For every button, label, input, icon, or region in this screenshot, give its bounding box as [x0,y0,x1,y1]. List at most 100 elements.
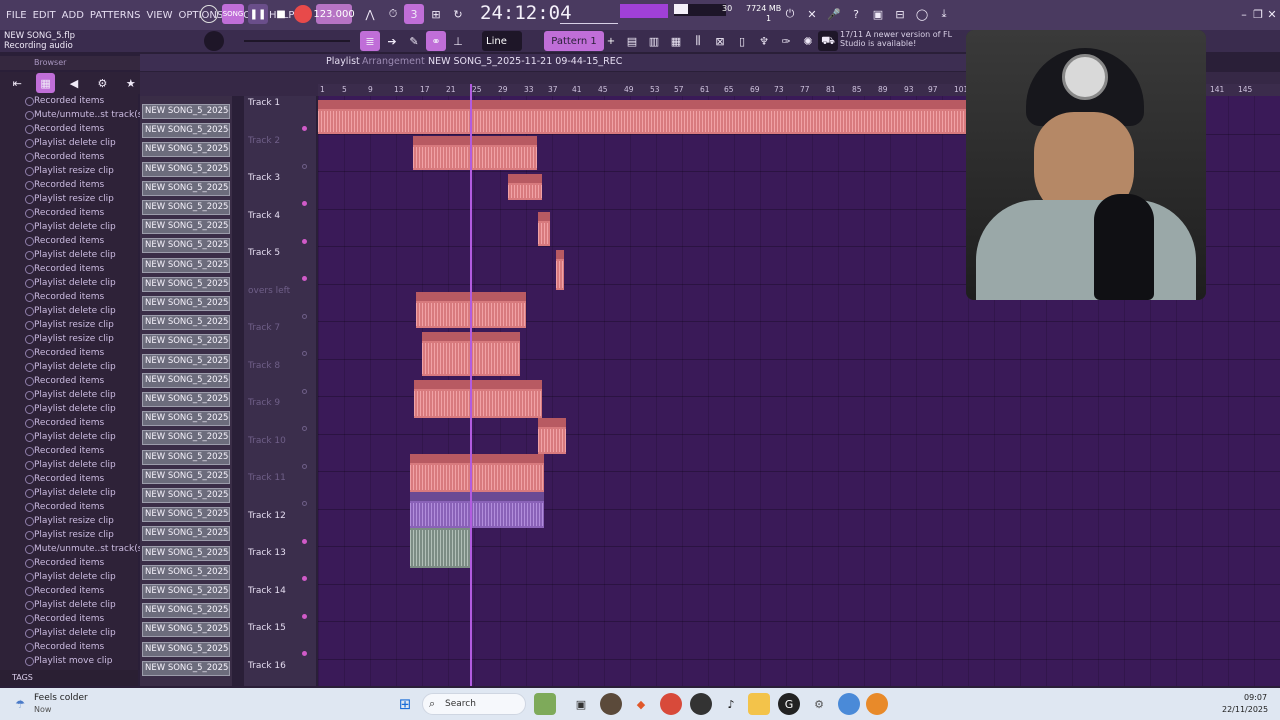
track-active-toggle[interactable] [302,201,307,206]
settings-icon[interactable]: ⚙ [93,73,111,93]
mixer-view-icon[interactable]: ▦ [666,31,686,51]
history-item[interactable]: Recorded items [24,206,104,220]
audio-clip[interactable] [538,212,550,246]
pattern-clip[interactable]: NEW SONG_5_2025-11-2... [142,603,230,619]
track-name[interactable]: Track 2 [248,136,280,146]
history-item[interactable]: Playlist resize clip [25,332,114,346]
track-active-toggle[interactable] [302,313,307,319]
start-icon[interactable]: ⊞ [394,693,416,715]
pattern-clip[interactable]: NEW SONG_5_2025-11-2... [142,219,230,235]
pattern-clip[interactable]: NEW SONG_5_2025-11-2... [142,200,230,215]
help-icon[interactable]: ? [846,4,866,24]
history-item[interactable]: Recorded items [24,500,104,514]
pattern-clip[interactable]: NEW SONG_5_2025-11-2... [142,104,230,119]
track-name[interactable]: Track 11 [248,473,286,483]
track-name[interactable]: Track 12 [248,511,286,521]
history-item[interactable]: Mute/unmute..st track(s) [25,108,146,122]
track-name[interactable]: overs left [248,286,290,296]
track-active-toggle[interactable] [302,426,307,431]
fl-studio-app-icon[interactable] [866,693,888,715]
track-active-toggle[interactable] [302,463,307,469]
pattern-clip[interactable]: NEW SONG_5_2025-11-2... [142,296,230,311]
file-manager-app-icon[interactable]: ▣ [570,693,592,715]
track-name[interactable]: Track 8 [248,361,280,371]
history-item[interactable]: Recorded items [24,290,104,304]
history-item[interactable]: Playlist delete clip [25,248,116,262]
pattern-clip[interactable]: NEW SONG_5_2025-11-2... [142,276,230,292]
menu-add[interactable]: ADD [62,10,84,21]
history-item[interactable]: Recorded items [24,94,104,108]
pattern-select[interactable]: Pattern 1 [544,31,604,51]
explorer-app-icon[interactable] [748,693,770,715]
menu-view[interactable]: VIEW [147,10,173,21]
pattern-clip[interactable]: NEW SONG_5_2025-11-2... [142,315,230,331]
widgets-app-icon[interactable] [534,693,556,715]
step-edit-icon[interactable]: ⊞ [426,4,446,24]
track-name[interactable]: Track 3 [248,173,280,183]
pattern-clip[interactable]: NEW SONG_5_2025-11-2... [142,353,230,369]
stop-button[interactable]: ■ [272,4,290,24]
pattern-clip[interactable]: NEW SONG_5_2025-11-2... [142,468,230,484]
history-item[interactable]: Playlist delete clip [25,570,116,584]
pattern-clip[interactable]: NEW SONG_5_2025-11-2... [142,526,230,542]
nav-back-icon[interactable]: ⇤ [8,73,26,93]
chrome-app-icon[interactable] [660,693,682,715]
audio-clip[interactable]: NEW SONG_5_2025-11-21 09-31-33_REC [410,454,544,492]
menu-patterns[interactable]: PATTERNS [90,10,141,21]
brush-icon[interactable]: ✑ [776,31,796,51]
close-icon[interactable]: ✕ [1262,4,1280,24]
history-item[interactable]: Playlist resize clip [25,514,114,528]
pattern-clip[interactable]: NEW SONG_5_2025-11-2... [142,142,230,158]
pattern-clip[interactable]: NEW SONG_5_2025-11-2... [142,584,230,599]
link-icon[interactable]: ⚭ [426,31,446,51]
track-active-toggle[interactable] [302,163,307,169]
track-active-toggle[interactable] [302,613,307,619]
channel-rack-icon[interactable]: ▤ [622,31,642,51]
audio-clip[interactable] [556,250,564,290]
record-button[interactable] [294,5,312,23]
history-item[interactable]: Recorded items [24,556,104,570]
track-name[interactable]: Track 16 [248,661,286,671]
midi-icon[interactable]: 🎤 [824,4,844,24]
media-app-icon[interactable] [600,693,622,715]
track-active-toggle[interactable] [302,538,307,544]
history-item[interactable]: Recorded items [24,612,104,626]
weather-icon[interactable]: ☂ [10,694,30,714]
history-item[interactable]: Playlist resize clip [25,318,114,332]
audio-clip[interactable]: NEW SONG_5_2025-11-22 09-04-53_REC [410,492,544,528]
history-item[interactable]: Playlist delete clip [25,360,116,374]
pattern-clip[interactable]: NEW SONG_5_2025-11-2... [142,392,230,407]
settings-app-icon[interactable]: ⚙ [808,693,830,715]
track-active-toggle[interactable] [302,501,307,506]
history-item[interactable]: Recorded items [24,234,104,248]
history-item[interactable]: Recorded items [24,122,104,136]
pattern-clip[interactable]: NEW SONG_5_2025-11-2... [142,334,230,350]
save-icon[interactable]: ▣ [868,4,888,24]
brave-app-icon[interactable]: ◆ [630,693,652,715]
plugin-icon[interactable]: ♆ [754,31,774,51]
g-app-icon[interactable]: G [778,693,800,715]
pattern-clip[interactable]: NEW SONG_5_2025-11-2... [142,430,230,446]
history-item[interactable]: Recorded items [24,444,104,458]
plugin-db-icon[interactable]: ◀ [65,73,83,93]
history-item[interactable]: Recorded items [24,346,104,360]
track-name[interactable]: Track 7 [248,323,280,333]
chrome2-app-icon[interactable] [838,693,860,715]
pattern-clip[interactable]: NEW SONG_5_2025-11-2... [142,238,230,254]
audio-clip[interactable]: NEW SONG_5_2025-11-21 09-18-40_REC [414,380,542,418]
history-item[interactable]: Recorded items [24,150,104,164]
audio-clip[interactable]: NE_ C [538,418,566,454]
tools-icon[interactable]: ✕ [802,4,822,24]
track-name[interactable]: Track 15 [248,623,286,633]
weather-title[interactable]: Feels colder [34,693,88,703]
history-item[interactable]: Recorded items [24,178,104,192]
add-pattern-button[interactable]: + [606,31,616,51]
steam-app-icon[interactable] [690,693,712,715]
history-item[interactable]: Playlist delete clip [25,430,116,444]
history-icon[interactable]: ▦ [36,73,55,93]
power-icon[interactable]: ⏻ [780,4,800,24]
history-item[interactable]: Playlist resize clip [25,528,114,542]
history-item[interactable]: Playlist delete clip [25,276,116,290]
history-item[interactable]: Playlist delete clip [25,304,116,318]
history-item[interactable]: Recorded items [24,584,104,598]
